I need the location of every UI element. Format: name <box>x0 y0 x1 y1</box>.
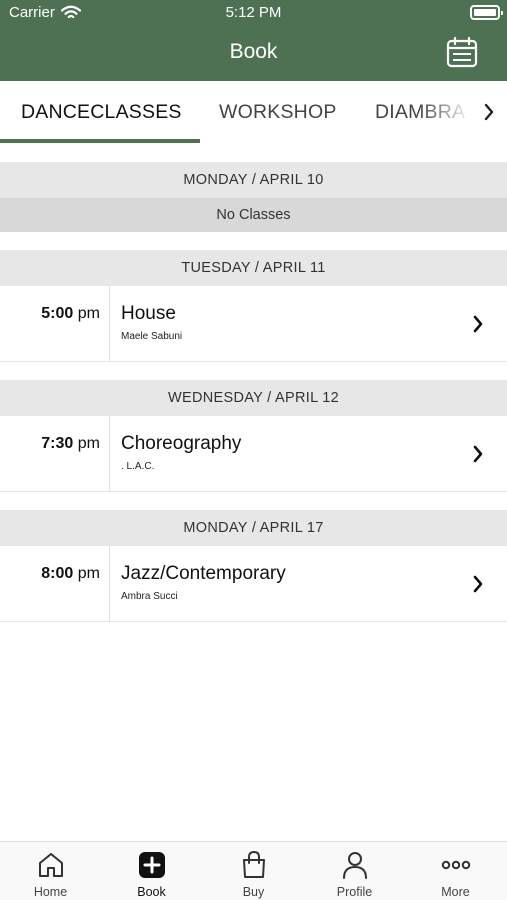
chevron-right-icon <box>484 103 494 121</box>
day-header: TUESDAY / APRIL 11 <box>0 250 507 286</box>
class-teacher: Maele Sabuni <box>121 331 183 342</box>
class-name: House <box>121 303 176 324</box>
tabs-scroll-button[interactable] <box>472 81 507 144</box>
tabbar-label: More <box>441 885 470 899</box>
class-row-choreography[interactable]: 7:30 pm Choreography . L.A.C. <box>0 416 507 492</box>
class-teacher: Ambra Succi <box>121 591 178 602</box>
class-name: Choreography <box>121 433 242 454</box>
day-header: MONDAY / APRIL 17 <box>0 510 507 546</box>
status-bar: Carrier 5:12 PM <box>0 0 507 26</box>
battery-icon <box>470 5 503 20</box>
day-header: WEDNESDAY / APRIL 12 <box>0 380 507 416</box>
tabbar-label: Buy <box>242 885 265 899</box>
tabbar-home[interactable]: Home <box>0 842 101 900</box>
class-time: 7:30 pm <box>41 435 100 452</box>
tab-workshop[interactable]: WORKSHOP <box>219 101 337 124</box>
shopping-bag-icon <box>243 850 265 878</box>
calendar-button[interactable] <box>445 36 479 68</box>
app-header: Carrier 5:12 PM Book <box>0 0 507 81</box>
tabbar-book[interactable]: Book <box>101 842 202 900</box>
status-time: 5:12 PM <box>225 4 282 21</box>
active-tab-indicator <box>0 139 200 143</box>
tabbar-profile[interactable]: Profile <box>304 842 405 900</box>
ellipsis-icon <box>441 860 471 870</box>
chevron-right-icon <box>473 315 483 333</box>
class-name: Jazz/Contemporary <box>121 563 286 584</box>
calendar-icon <box>446 36 478 68</box>
home-icon <box>39 853 63 877</box>
tabs-fade <box>420 81 472 144</box>
class-teacher: . L.A.C. <box>121 461 155 472</box>
class-row-jazz-contemporary[interactable]: 8:00 pm Jazz/Contemporary Ambra Succi <box>0 546 507 622</box>
tabbar-label: Home <box>33 885 68 899</box>
day-header: MONDAY / APRIL 10 <box>0 162 507 198</box>
page-title: Book <box>229 40 278 63</box>
plus-square-icon <box>139 852 165 878</box>
category-tabs: DANCECLASSES WORKSHOP DIAMBRA I <box>0 81 507 144</box>
bottom-tab-bar: Home Book Buy Profile More <box>0 841 507 900</box>
tabbar-label: Book <box>137 885 166 899</box>
chevron-right-icon <box>473 445 483 463</box>
class-time: 5:00 pm <box>41 305 100 322</box>
tabbar-more[interactable]: More <box>405 842 506 900</box>
class-row-house[interactable]: 5:00 pm House Maele Sabuni <box>0 286 507 362</box>
tabbar-buy[interactable]: Buy <box>203 842 304 900</box>
tab-danceclasses[interactable]: DANCECLASSES <box>21 101 182 124</box>
person-icon <box>343 852 367 879</box>
class-time: 8:00 pm <box>41 565 100 582</box>
chevron-right-icon <box>473 575 483 593</box>
no-classes-label: No Classes <box>0 198 507 232</box>
tabbar-label: Profile <box>336 885 373 899</box>
